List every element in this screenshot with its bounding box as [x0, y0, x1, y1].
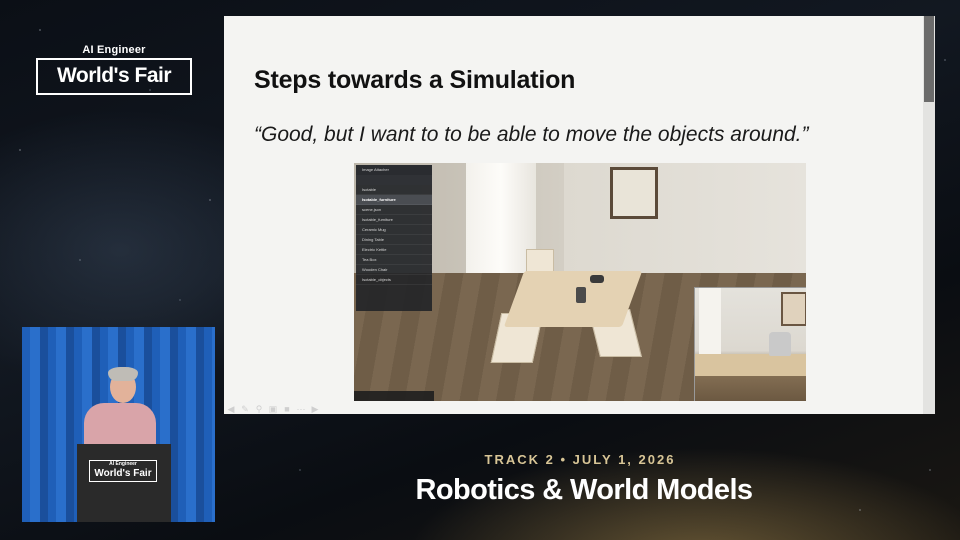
camera-icon[interactable]: ■ [282, 404, 292, 414]
panel-row[interactable]: Electric Kettle [356, 245, 432, 255]
inset-picture [781, 292, 806, 326]
slide-quote: “Good, but I want to to be able to move … [254, 123, 809, 146]
event-logo: AI Engineer World's Fair [36, 44, 192, 95]
panel-toolbar [356, 175, 432, 185]
panel-row-selected[interactable]: Isotable_furniture [356, 195, 432, 205]
panel-row[interactable]: scene.json [356, 205, 432, 215]
inset-table [695, 354, 806, 376]
camera-inset-view [694, 287, 806, 401]
inset-kettle [769, 332, 791, 356]
track-info: TRACK 2 • JULY 1, 2026 [484, 452, 676, 467]
more-icon[interactable]: ⋯ [296, 404, 306, 415]
panel-row[interactable]: Wooden Chair [356, 265, 432, 275]
speaker-hair [108, 367, 138, 381]
panel-row[interactable]: Isotable_furniture [356, 215, 432, 225]
panel-row[interactable]: Ceramic Mug [356, 225, 432, 235]
podium-logo-big: World's Fair [94, 468, 152, 479]
speaker-camera-feed: AI Engineer World's Fair [22, 327, 215, 522]
panel-row[interactable]: Isotable [356, 185, 432, 195]
talk-title: Robotics & World Models [415, 474, 753, 506]
kettle [590, 275, 604, 283]
captions-icon[interactable]: ▣ [268, 404, 278, 415]
pen-icon[interactable]: ✎ [240, 404, 250, 415]
slide-title: Steps towards a Simulation [254, 66, 576, 94]
simulation-screenshot: Image Attacher Isotable Isotable_furnitu… [354, 163, 806, 401]
logo-small-text: AI Engineer [82, 44, 146, 56]
panel-row[interactable]: Dining Table [356, 235, 432, 245]
inset-curtain [699, 288, 721, 358]
presenter-toolbar: ◀ ✎ ⚲ ▣ ■ ⋯ ▶ [226, 403, 320, 415]
tea-box [576, 287, 586, 303]
zoom-icon[interactable]: ⚲ [254, 404, 264, 415]
back-arrow-icon[interactable]: ◀ [226, 404, 236, 415]
panel-row[interactable]: Tea Box [356, 255, 432, 265]
presentation-slide: Steps towards a Simulation “Good, but I … [224, 16, 935, 414]
podium-logo: AI Engineer World's Fair [89, 460, 157, 482]
scrollbar-thumb[interactable] [924, 16, 934, 102]
sim-bottom-toolbar[interactable] [354, 391, 434, 401]
panel-header: Image Attacher [356, 165, 432, 175]
scene-object-panel: Image Attacher Isotable Isotable_furnitu… [356, 165, 432, 311]
panel-row[interactable]: Isotable_objects [356, 275, 432, 285]
logo-big-text: World's Fair [36, 58, 192, 95]
dining-table [503, 271, 643, 327]
slide-scrollbar[interactable] [923, 16, 935, 414]
wall-picture [610, 167, 658, 219]
podium: AI Engineer World's Fair [77, 444, 171, 522]
forward-arrow-icon[interactable]: ▶ [310, 404, 320, 415]
